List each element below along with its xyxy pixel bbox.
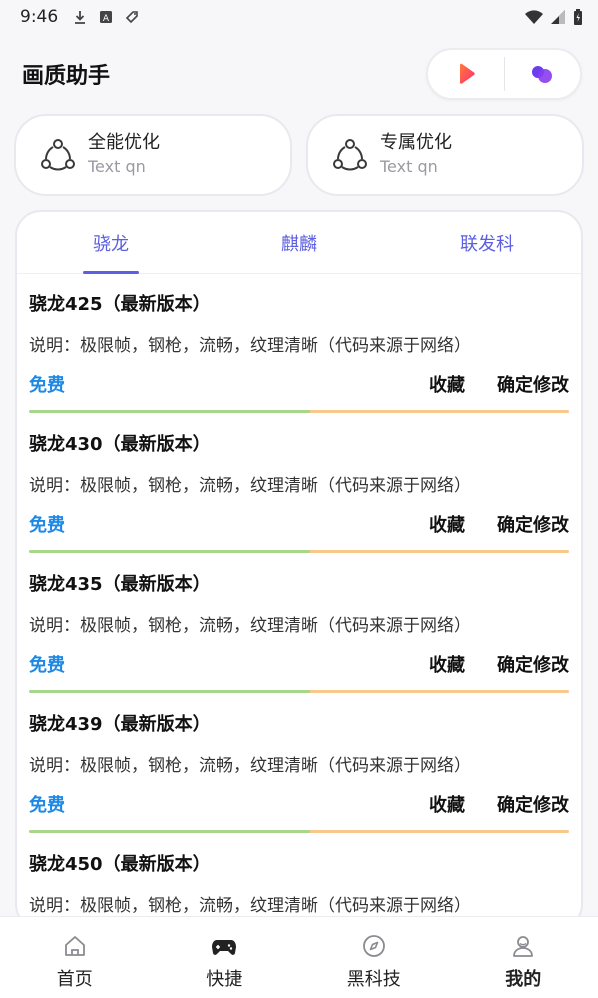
user-icon xyxy=(513,936,534,957)
nav-label: 快捷 xyxy=(206,969,243,990)
config-list: 骁龙425（最新版本） 说明：极限帧，钢枪，流畅，纹理清晰（代码来源于网络） 免… xyxy=(17,274,581,928)
wifi-icon xyxy=(525,10,543,24)
all-round-optimize-card[interactable]: 全能优化 Text qn xyxy=(14,114,292,196)
network-icon xyxy=(333,139,367,171)
status-time: 9:46 xyxy=(20,7,59,27)
nav-item-mine[interactable]: 我的 xyxy=(449,917,598,998)
exclusive-optimize-card[interactable]: 专属优化 Text qn xyxy=(306,114,584,196)
nav-item-black-tech[interactable]: 黑科技 xyxy=(299,917,449,998)
app-header: 画质助手 xyxy=(0,46,598,102)
item-title: 骁龙430（最新版本） xyxy=(29,434,211,455)
bubbles-logo-icon xyxy=(532,66,553,83)
video-app-button[interactable] xyxy=(428,50,504,98)
item-title: 骁龙435（最新版本） xyxy=(29,574,211,595)
nav-label: 首页 xyxy=(56,969,93,990)
item-description: 说明：极限帧，钢枪，流畅，纹理清晰（代码来源于网络） xyxy=(29,616,471,636)
favorite-button[interactable]: 收藏 xyxy=(429,651,465,677)
item-divider xyxy=(29,830,569,833)
header-action-pill xyxy=(426,48,582,100)
play-logo-icon xyxy=(459,63,475,84)
compass-icon xyxy=(362,935,385,957)
status-icons-right xyxy=(524,9,584,25)
bottom-nav: 首页 快捷 黑科技 我的 xyxy=(0,916,598,998)
free-badge: 免费 xyxy=(29,795,65,816)
confirm-modify-button[interactable]: 确定修改 xyxy=(497,651,569,677)
item-description: 说明：极限帧，钢枪，流畅，纹理清晰（代码来源于网络） xyxy=(29,756,471,776)
group-app-button[interactable] xyxy=(505,50,581,98)
item-description: 说明：极限帧，钢枪，流畅，纹理清晰（代码来源于网络） xyxy=(29,336,471,356)
list-item: 骁龙430（最新版本） 说明：极限帧，钢枪，流畅，纹理清晰（代码来源于网络） 免… xyxy=(29,414,569,554)
status-bar: 9:46 A xyxy=(0,0,598,34)
config-panel: 骁龙 麒麟 联发科 骁龙425（最新版本） 说明：极限帧，钢枪，流畅，纹理清晰（… xyxy=(15,210,583,930)
card-title: 专属优化 xyxy=(380,132,452,153)
download-icon xyxy=(75,11,86,24)
card-subtitle: Text qn xyxy=(380,157,438,176)
nav-label: 黑科技 xyxy=(346,969,401,990)
battery-icon xyxy=(574,9,582,25)
item-description: 说明：极限帧，钢枪，流畅，纹理清晰（代码来源于网络） xyxy=(29,476,471,496)
tag-icon xyxy=(126,11,138,24)
svg-text:A: A xyxy=(103,14,110,24)
list-item: 骁龙435（最新版本） 说明：极限帧，钢枪，流畅，纹理清晰（代码来源于网络） 免… xyxy=(29,554,569,694)
chipset-tabs: 骁龙 麒麟 联发科 xyxy=(17,212,581,274)
free-badge: 免费 xyxy=(29,375,65,396)
favorite-button[interactable]: 收藏 xyxy=(429,791,465,817)
list-item: 骁龙425（最新版本） 说明：极限帧，钢枪，流畅，纹理清晰（代码来源于网络） 免… xyxy=(29,274,569,414)
page-title: 画质助手 xyxy=(22,64,111,89)
confirm-modify-button[interactable]: 确定修改 xyxy=(497,791,569,817)
favorite-button[interactable]: 收藏 xyxy=(429,511,465,537)
signal-icon xyxy=(551,10,565,24)
item-title: 骁龙425（最新版本） xyxy=(29,294,211,315)
free-badge: 免费 xyxy=(29,515,65,536)
nav-label: 我的 xyxy=(505,969,542,990)
item-title: 骁龙439（最新版本） xyxy=(29,714,211,735)
tab-kirin[interactable]: 麒麟 xyxy=(205,212,393,273)
card-title: 全能优化 xyxy=(88,132,160,153)
item-divider xyxy=(29,550,569,553)
gamepad-icon xyxy=(212,940,237,955)
status-icons-left: A xyxy=(72,9,140,25)
confirm-modify-button[interactable]: 确定修改 xyxy=(497,371,569,397)
item-divider xyxy=(29,690,569,693)
a-badge-icon: A xyxy=(100,11,113,24)
confirm-modify-button[interactable]: 确定修改 xyxy=(497,511,569,537)
card-subtitle: Text qn xyxy=(88,157,146,176)
favorite-button[interactable]: 收藏 xyxy=(429,371,465,397)
nav-item-home[interactable]: 首页 xyxy=(0,917,150,998)
free-badge: 免费 xyxy=(29,655,65,676)
item-title: 骁龙450（最新版本） xyxy=(29,854,211,875)
home-icon xyxy=(64,936,85,956)
network-icon xyxy=(41,139,75,171)
nav-item-shortcut[interactable]: 快捷 xyxy=(150,917,300,998)
item-description: 说明：极限帧，钢枪，流畅，纹理清晰（代码来源于网络） xyxy=(29,896,471,916)
list-item: 骁龙439（最新版本） 说明：极限帧，钢枪，流畅，纹理清晰（代码来源于网络） 免… xyxy=(29,694,569,834)
tab-mediatek[interactable]: 联发科 xyxy=(393,212,581,273)
item-divider xyxy=(29,410,569,413)
tab-snapdragon[interactable]: 骁龙 xyxy=(17,212,205,273)
